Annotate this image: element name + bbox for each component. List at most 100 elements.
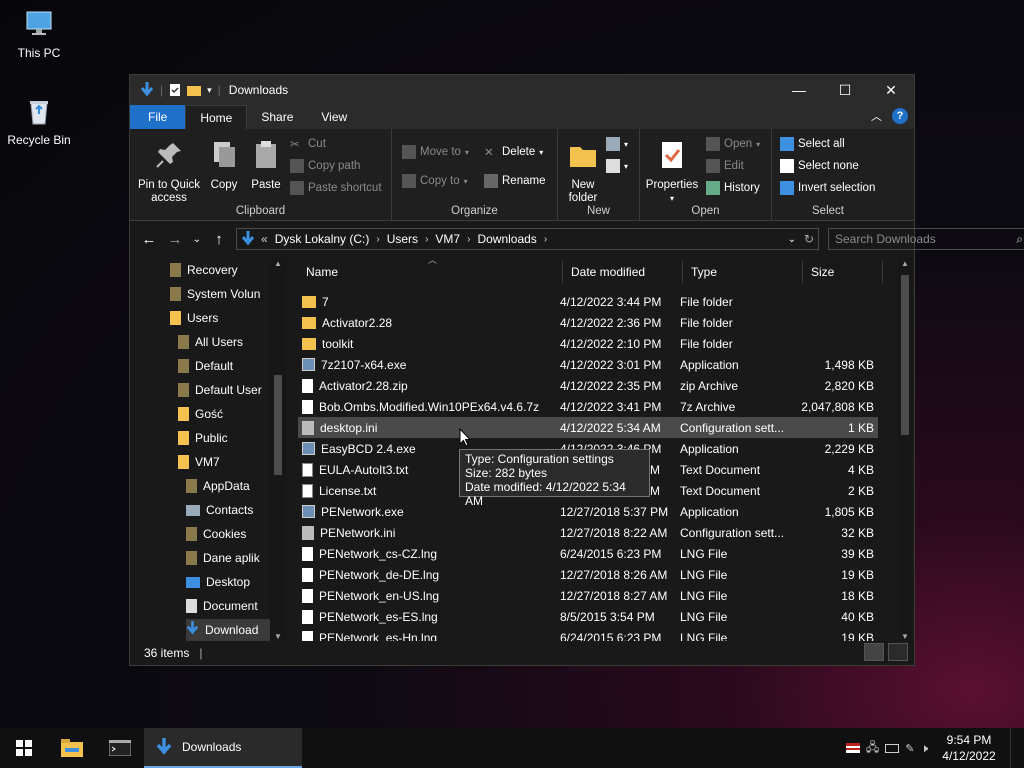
collapse-ribbon-icon[interactable]: ︿ (871, 108, 882, 124)
recent-locations-chevron-icon[interactable]: ⌄ (188, 234, 206, 245)
file-row[interactable]: desktop.ini 4/12/2022 5:34 AM Configuratio… (298, 417, 878, 438)
nav-item[interactable]: Desktop (186, 571, 270, 593)
file-list-scrollbar[interactable]: ▲ ▼ (898, 257, 912, 643)
breadcrumb-sep-icon[interactable]: › (467, 234, 470, 245)
help-icon[interactable]: ? (892, 108, 908, 124)
scroll-down-icon[interactable]: ▼ (901, 632, 909, 641)
nav-item[interactable]: Cookies (186, 523, 270, 545)
delete-button[interactable]: ✕ Delete ▾ (484, 145, 543, 159)
breadcrumb-sep-icon[interactable]: › (425, 234, 428, 245)
nav-item[interactable]: Contacts (186, 499, 270, 521)
address-bar[interactable]: « Dysk Lokalny (C:) › Users › VM7 › Downloa… (236, 228, 819, 250)
nav-item[interactable]: System Volun (170, 283, 270, 305)
scroll-up-icon[interactable]: ▲ (274, 259, 282, 268)
easy-access-button[interactable]: ▾ (606, 159, 628, 173)
tab-view[interactable]: View (307, 105, 361, 129)
volume-muted-icon[interactable]: 🕨 (920, 741, 928, 756)
breadcrumb-vm7[interactable]: VM7 (435, 232, 460, 246)
edit-button[interactable]: Edit (706, 159, 744, 173)
file-row[interactable]: 7z2107-x64.exe 4/12/2022 3:01 PM Applicati… (298, 354, 878, 375)
flag-us-icon[interactable] (845, 743, 860, 753)
show-desktop-button[interactable] (1010, 728, 1014, 768)
clock[interactable]: 9:54 PM 4/12/2022 (934, 732, 1004, 764)
select-all-button[interactable]: Select all (780, 137, 845, 151)
refresh-icon[interactable]: ↻ (804, 232, 814, 246)
taskbar-downloads-window[interactable]: Downloads (144, 728, 302, 768)
file-row[interactable]: PENetwork_cs-CZ.lng 6/24/2015 6:23 PM LNG … (298, 543, 878, 564)
taskbar-terminal[interactable] (96, 728, 144, 768)
nav-item[interactable]: Recovery (170, 259, 270, 281)
nav-item[interactable]: Public (178, 427, 270, 449)
nav-item[interactable]: Users (170, 307, 270, 329)
breadcrumb-sep-icon[interactable]: › (376, 234, 379, 245)
search-box[interactable]: Search Downloads ⌕ (828, 228, 1024, 250)
tab-share[interactable]: Share (247, 105, 307, 129)
maximize-button[interactable]: ☐ (822, 75, 868, 105)
file-list-scrollbar-thumb[interactable] (901, 275, 909, 435)
pin-quick-access-button[interactable]: Pin to Quick access (136, 139, 202, 205)
nav-scrollbar-thumb[interactable] (274, 375, 282, 475)
nav-item[interactable]: AppData (186, 475, 270, 497)
rename-button[interactable]: Rename (484, 174, 545, 188)
nav-scrollbar[interactable]: ▲ ▼ (270, 257, 286, 643)
network-disconnected-icon[interactable]: 🖧 (866, 738, 879, 759)
minimize-button[interactable]: — (776, 75, 822, 105)
forward-arrow-icon[interactable]: → (162, 231, 188, 248)
file-row[interactable]: Bob.Ombs.Modified.Win10PEx64.v4.6.7z 4/12… (298, 396, 878, 417)
select-none-button[interactable]: Select none (780, 159, 859, 173)
file-row[interactable]: PENetwork_en-US.lng 12/27/2018 8:27 AM LNG… (298, 585, 878, 606)
address-dropdown-icon[interactable]: ⌄ (788, 234, 796, 245)
column-name[interactable]: Name (298, 261, 563, 283)
close-button[interactable]: ✕ (868, 75, 914, 105)
nav-item[interactable]: Default User (178, 379, 270, 401)
nav-item[interactable]: Dane aplik (186, 547, 270, 569)
copy-path-button[interactable]: Copy path (290, 159, 360, 173)
properties-icon[interactable] (169, 83, 181, 97)
copy-to-button[interactable]: Copy to ▾ (402, 174, 468, 188)
breadcrumb-users[interactable]: Users (387, 232, 418, 246)
file-row[interactable]: 7 4/12/2022 3:44 PM File folder (298, 291, 878, 312)
breadcrumb-overflow[interactable]: « (261, 232, 268, 246)
column-type[interactable]: Type (683, 261, 803, 283)
file-row[interactable]: PENetwork.ini 12/27/2018 8:22 AM Configura… (298, 522, 878, 543)
nav-item[interactable]: Document (186, 595, 270, 617)
nav-item[interactable]: Default (178, 355, 270, 377)
column-size[interactable]: Size (803, 261, 883, 283)
safely-remove-icon[interactable]: ✎ (905, 742, 914, 755)
column-date-modified[interactable]: Date modified (563, 261, 683, 283)
file-row[interactable]: Activator2.28.zip 4/12/2022 2:35 PM zip Ar… (298, 375, 878, 396)
new-folder-icon[interactable] (187, 84, 202, 96)
invert-selection-button[interactable]: Invert selection (780, 181, 875, 195)
open-button[interactable]: Open ▾ (706, 137, 760, 151)
scroll-up-icon[interactable]: ▲ (901, 259, 909, 268)
scroll-down-icon[interactable]: ▼ (274, 632, 282, 641)
move-to-button[interactable]: Move to ▾ (402, 145, 469, 159)
new-item-button[interactable]: ▾ (606, 137, 628, 151)
details-view-button[interactable] (864, 643, 884, 661)
breadcrumb-sep-icon[interactable]: › (544, 234, 547, 245)
nav-item[interactable]: VM7 (178, 451, 270, 473)
breadcrumb-downloads[interactable]: Downloads (477, 232, 536, 246)
history-button[interactable]: History (706, 181, 760, 195)
keyboard-icon[interactable] (885, 743, 900, 753)
desktop-icon-this-pc[interactable]: This PC (0, 8, 78, 60)
qat-dropdown-icon[interactable]: ▾ (207, 85, 212, 96)
nav-item[interactable]: Gość (178, 403, 270, 425)
paste-shortcut-button[interactable]: Paste shortcut (290, 181, 382, 195)
up-arrow-icon[interactable]: ↑ (206, 231, 232, 248)
breadcrumb-drive[interactable]: Dysk Lokalny (C:) (275, 232, 370, 246)
tab-file[interactable]: File (130, 105, 186, 129)
file-row[interactable]: Activator2.28 4/12/2022 2:36 PM File folde… (298, 312, 878, 333)
start-button[interactable] (0, 728, 48, 768)
file-row[interactable]: toolkit 4/12/2022 2:10 PM File folder (298, 333, 878, 354)
new-folder-button[interactable]: New folder (564, 139, 602, 205)
file-row[interactable]: PENetwork_de-DE.lng 12/27/2018 8:26 AM LNG… (298, 564, 878, 585)
paste-button[interactable]: Paste (246, 139, 286, 192)
back-arrow-icon[interactable]: ← (136, 231, 162, 248)
copy-button[interactable]: Copy (204, 139, 244, 192)
desktop-icon-recycle-bin[interactable]: Recycle Bin (0, 95, 78, 147)
cut-button[interactable]: ✂ Cut (290, 137, 326, 151)
tab-home[interactable]: Home (185, 105, 248, 129)
nav-item[interactable]: Download (186, 619, 270, 641)
file-row[interactable]: PENetwork_es-ES.lng 8/5/2015 3:54 PM LNG F… (298, 606, 878, 627)
